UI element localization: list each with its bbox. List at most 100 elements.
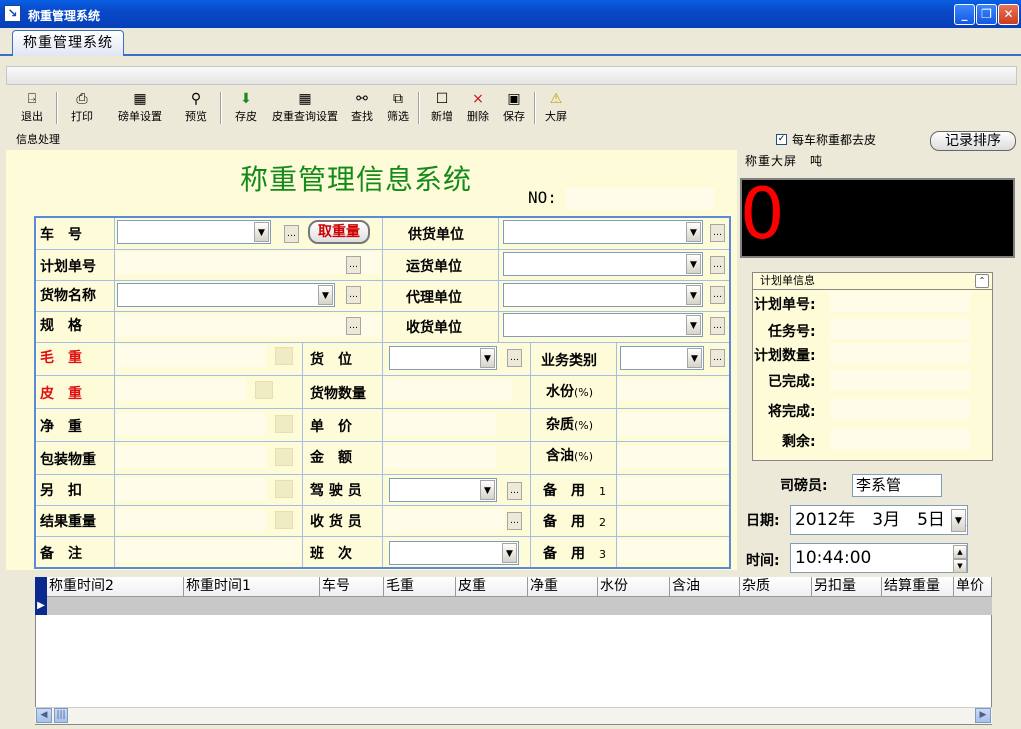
scroll-thumb[interactable]: |||: [54, 708, 68, 723]
chevron-down-icon[interactable]: ▼: [687, 348, 702, 368]
pack-field[interactable]: [116, 446, 266, 468]
chevron-down-icon[interactable]: ▼: [686, 315, 701, 335]
spec-ellipsis-button[interactable]: …: [346, 317, 361, 335]
save-button[interactable]: ▣ 保存: [496, 90, 532, 126]
close-button[interactable]: ✕: [998, 4, 1019, 25]
date-dropdown[interactable]: ▼: [951, 508, 967, 533]
restore-button[interactable]: ❐: [976, 4, 997, 25]
location-combo[interactable]: ▼: [389, 346, 497, 370]
chevron-down-icon[interactable]: ▼: [254, 222, 269, 242]
receiver-ellipsis-button[interactable]: …: [507, 512, 522, 530]
column-header[interactable]: 称重时间2: [47, 577, 184, 597]
preview-button[interactable]: ⚲ 预览: [178, 90, 214, 126]
chevron-down-icon[interactable]: ▼: [686, 285, 701, 305]
agent-ellipsis-button[interactable]: …: [710, 286, 725, 304]
spin-up-icon[interactable]: ▲: [953, 545, 967, 559]
driver-combo[interactable]: ▼: [389, 478, 497, 502]
receiver-field[interactable]: [384, 509, 504, 531]
column-header[interactable]: 毛重: [384, 577, 456, 597]
spare3-field[interactable]: [618, 540, 728, 562]
ticket-settings-button[interactable]: ▦ 磅单设置: [110, 90, 170, 126]
tare-each-checkbox[interactable]: ✓: [776, 134, 787, 145]
column-header[interactable]: 另扣量: [812, 577, 882, 597]
chevron-down-icon[interactable]: ▼: [318, 285, 333, 305]
spec-field[interactable]: [116, 315, 380, 337]
delete-button[interactable]: × 删除: [460, 90, 496, 126]
column-header[interactable]: 皮重: [456, 577, 528, 597]
spare1-field[interactable]: [618, 478, 728, 500]
goods-name-combo[interactable]: ▼: [117, 283, 335, 307]
goods-name-ellipsis-button[interactable]: …: [346, 286, 361, 304]
column-header[interactable]: 称重时间1: [184, 577, 320, 597]
location-ellipsis-button[interactable]: …: [507, 349, 522, 367]
amount-field[interactable]: [384, 446, 496, 468]
receiver-unit-combo[interactable]: ▼: [503, 313, 703, 337]
task-no-field[interactable]: [830, 319, 970, 339]
chevron-down-icon[interactable]: ▼: [686, 254, 701, 274]
result-button[interactable]: [275, 511, 293, 529]
column-header[interactable]: 结算重量: [882, 577, 954, 597]
plan-qty-field[interactable]: [830, 343, 970, 363]
shift-combo[interactable]: ▼: [389, 541, 519, 565]
tare-button[interactable]: [255, 381, 273, 399]
date-picker[interactable]: 2012年 3月 5日 星: [790, 505, 968, 535]
plan-no-ellipsis-button[interactable]: …: [346, 256, 361, 274]
result-field[interactable]: [116, 509, 266, 531]
filter-button[interactable]: ⧉ 筛选: [380, 90, 416, 126]
scroll-left-icon[interactable]: ◀: [36, 708, 52, 723]
completed-field[interactable]: [830, 370, 970, 390]
net-button[interactable]: [275, 415, 293, 433]
biz-type-combo[interactable]: ▼: [620, 346, 704, 370]
supplier-combo[interactable]: ▼: [503, 220, 703, 244]
water-field[interactable]: [618, 379, 728, 401]
spin-down-icon[interactable]: ▼: [953, 559, 967, 573]
deduct-field[interactable]: [116, 478, 266, 500]
column-header[interactable]: 含油: [670, 577, 740, 597]
find-button[interactable]: ⚯ 查找: [344, 90, 380, 126]
car-no-ellipsis-button[interactable]: …: [284, 225, 299, 243]
net-field[interactable]: [116, 413, 266, 435]
scroll-right-icon[interactable]: ▶: [975, 708, 991, 723]
tare-query-settings-button[interactable]: ▦ 皮重查询设置: [266, 90, 344, 126]
sort-records-button[interactable]: 记录排序: [930, 131, 1016, 151]
chevron-down-icon[interactable]: ▼: [502, 543, 517, 563]
chevron-down-icon[interactable]: ▼: [480, 348, 495, 368]
column-header[interactable]: 净重: [528, 577, 598, 597]
carrier-combo[interactable]: ▼: [503, 252, 703, 276]
app-icon[interactable]: ↘: [4, 5, 21, 22]
to-complete-field[interactable]: [830, 399, 970, 419]
plan-no-info-field[interactable]: [830, 292, 970, 312]
plan-no-field[interactable]: [116, 252, 380, 274]
horizontal-scrollbar[interactable]: [35, 707, 992, 724]
pack-button[interactable]: [275, 448, 293, 466]
collapse-icon[interactable]: ⌃: [975, 274, 989, 288]
save-tare-button[interactable]: ⬇ 存皮: [228, 90, 264, 126]
biz-type-ellipsis-button[interactable]: …: [710, 349, 725, 367]
chevron-down-icon[interactable]: ▼: [686, 222, 701, 242]
oil-field[interactable]: [618, 446, 728, 468]
no-field[interactable]: [566, 188, 714, 210]
deduct-button[interactable]: [275, 480, 293, 498]
spare2-field[interactable]: [618, 509, 728, 531]
impurity-field[interactable]: [618, 413, 728, 435]
tare-field[interactable]: [116, 379, 246, 401]
operator-field[interactable]: 李系管: [852, 474, 942, 497]
receiver-unit-ellipsis-button[interactable]: …: [710, 317, 725, 335]
time-picker[interactable]: 10:44:00: [790, 543, 968, 573]
price-field[interactable]: [384, 413, 496, 435]
remark-field[interactable]: [116, 540, 300, 562]
column-header[interactable]: 杂质: [740, 577, 812, 597]
table-row[interactable]: [35, 597, 992, 615]
minimize-button[interactable]: _: [954, 4, 975, 25]
agent-combo[interactable]: ▼: [503, 283, 703, 307]
qty-field[interactable]: [384, 379, 512, 401]
big-screen-button[interactable]: ⚠ 大屏: [538, 90, 574, 126]
gross-field[interactable]: [116, 345, 266, 367]
tab-main[interactable]: 称重管理系统: [12, 30, 124, 56]
gross-button[interactable]: [275, 347, 293, 365]
remaining-field[interactable]: [830, 429, 970, 449]
driver-ellipsis-button[interactable]: …: [507, 482, 522, 500]
chevron-down-icon[interactable]: ▼: [951, 509, 966, 532]
carrier-ellipsis-button[interactable]: …: [710, 256, 725, 274]
column-header[interactable]: 水份: [598, 577, 670, 597]
